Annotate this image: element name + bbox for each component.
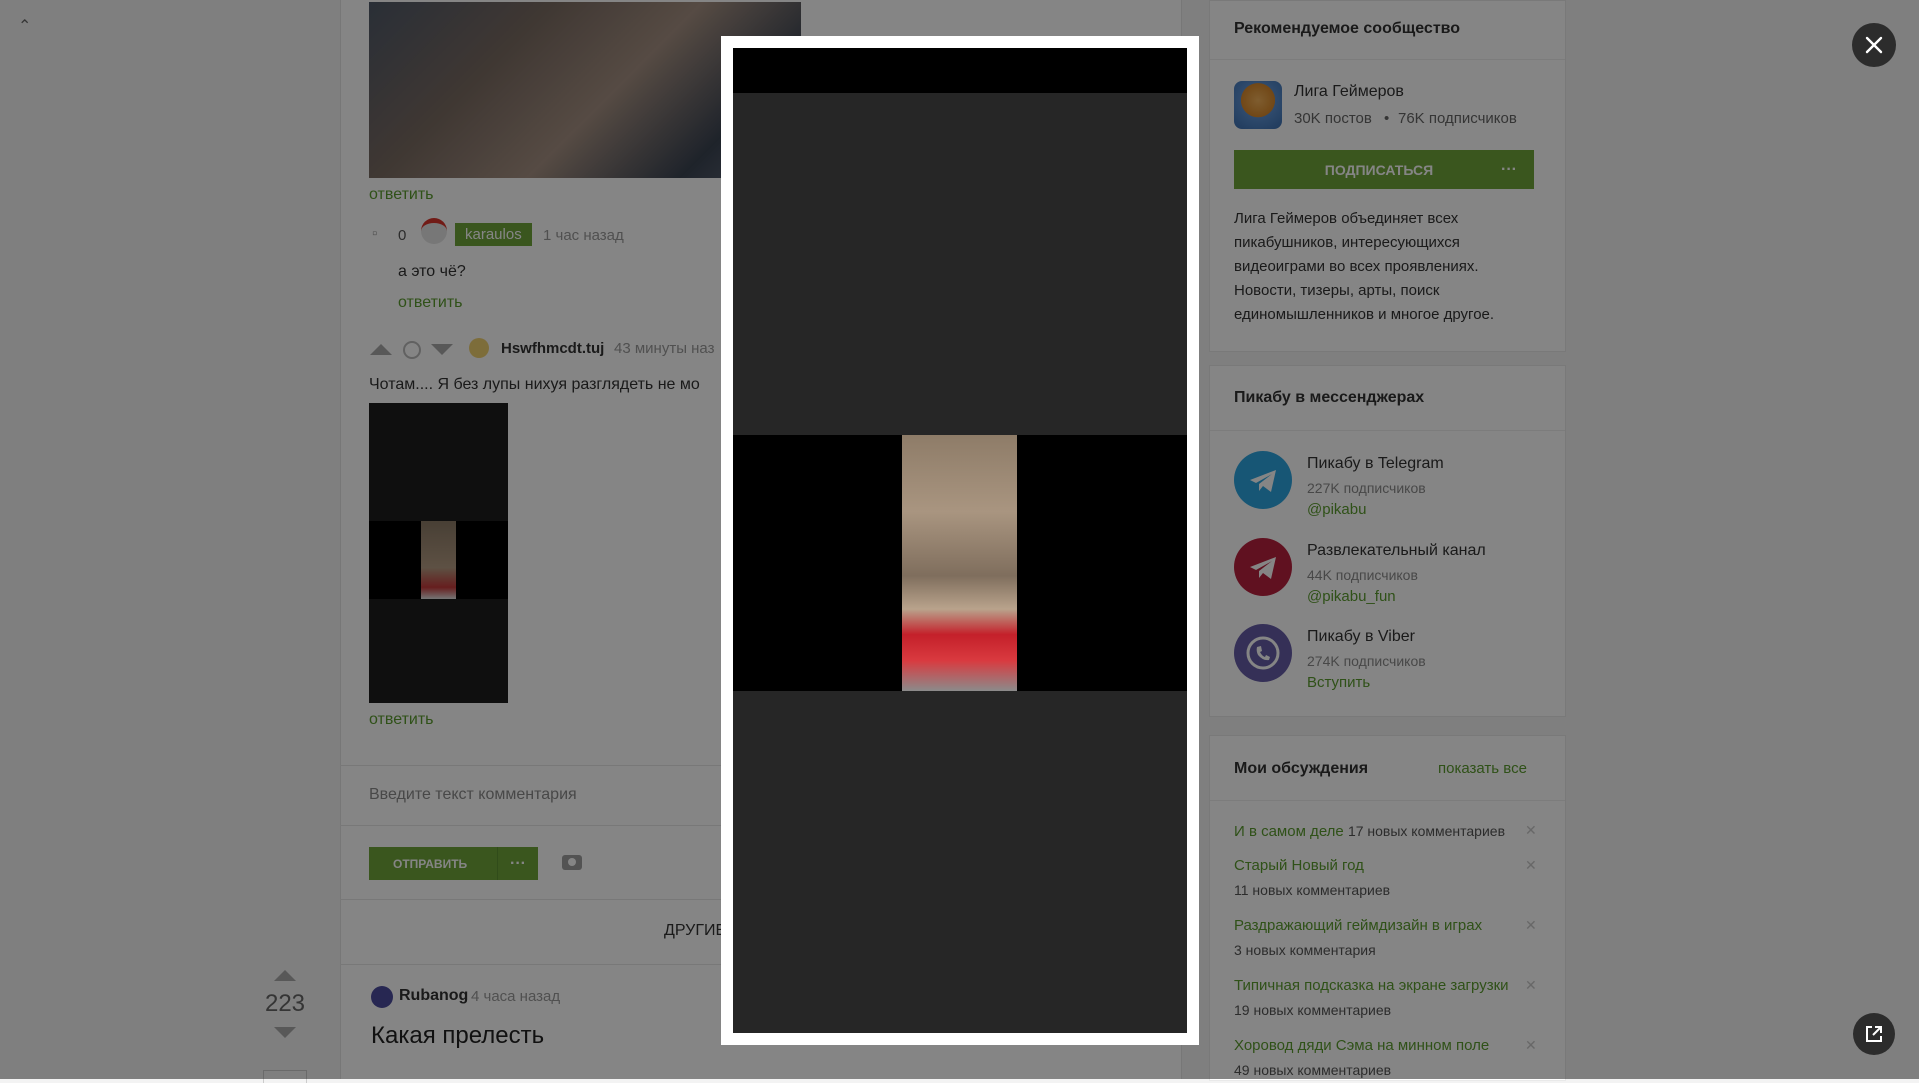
video-top-bar (733, 48, 1187, 93)
video-player[interactable] (733, 48, 1187, 1033)
video-frame[interactable] (902, 435, 1017, 691)
close-icon[interactable] (1852, 23, 1896, 67)
external-link-icon[interactable] (1853, 1013, 1895, 1055)
